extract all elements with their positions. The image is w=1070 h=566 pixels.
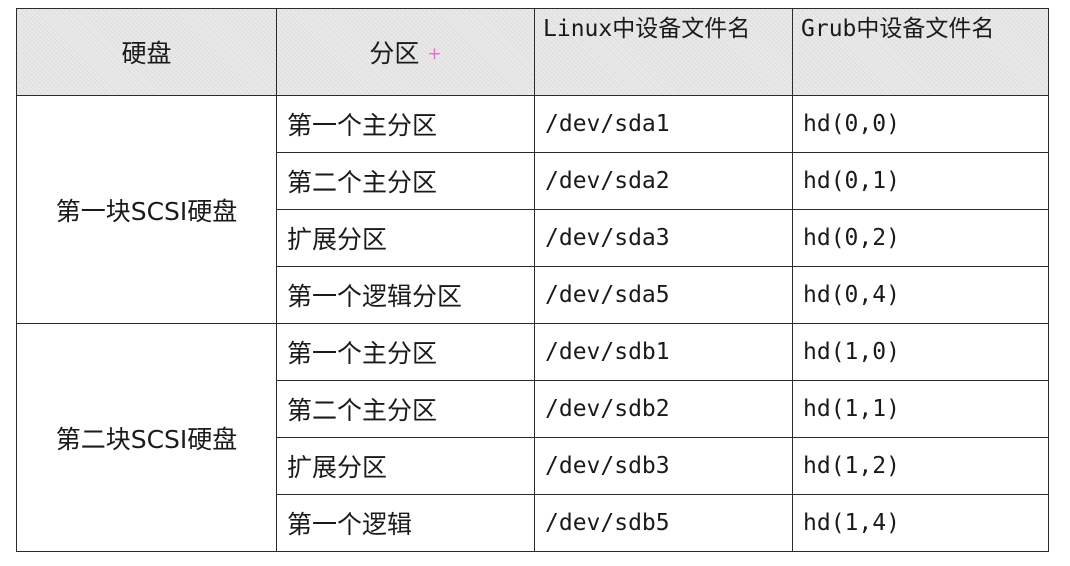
header-partition-label: 分区 bbox=[369, 39, 420, 68]
linux-device-cell: /dev/sda5 bbox=[534, 266, 793, 324]
partition-cell: 第二个主分区 bbox=[276, 152, 535, 210]
grub-device-cell: hd(0,1) bbox=[792, 152, 1049, 210]
linux-device-cell: /dev/sdb1 bbox=[534, 323, 793, 381]
linux-device-cell: /dev/sda2 bbox=[534, 152, 793, 210]
partition-table: 硬盘 分区 + Linux中设备文件名 Grub中设备文件名 第一块SCSI硬盘 … bbox=[16, 8, 1049, 552]
grub-device-cell: hd(0,2) bbox=[792, 209, 1049, 267]
linux-device-cell: /dev/sda1 bbox=[534, 95, 793, 153]
disk-cell: 第一块SCSI硬盘 bbox=[16, 95, 277, 324]
grub-device-cell: hd(1,1) bbox=[792, 380, 1049, 438]
partition-cell: 第一个逻辑分区 bbox=[276, 266, 535, 324]
partition-cell: 第一个逻辑 bbox=[276, 494, 535, 552]
partition-cell: 第一个主分区 bbox=[276, 323, 535, 381]
partition-cell: 第一个主分区 bbox=[276, 95, 535, 153]
table-header-row: 硬盘 分区 + Linux中设备文件名 Grub中设备文件名 bbox=[16, 8, 1049, 96]
header-linux-device-label: Linux中设备文件名 bbox=[543, 16, 751, 42]
disk-cell: 第二块SCSI硬盘 bbox=[16, 323, 277, 552]
grub-device-cell: hd(0,0) bbox=[792, 95, 1049, 153]
table-row: 第二块SCSI硬盘 第一个主分区 /dev/sdb1 hd(1,0) bbox=[16, 323, 1049, 552]
partition-cell: 扩展分区 bbox=[276, 209, 535, 267]
grub-device-cell: hd(1,0) bbox=[792, 323, 1049, 381]
partition-cell: 扩展分区 bbox=[276, 437, 535, 495]
grub-device-cell: hd(0,4) bbox=[792, 266, 1049, 324]
linux-device-cell: /dev/sdb3 bbox=[534, 437, 793, 495]
linux-device-cell: /dev/sdb5 bbox=[534, 494, 793, 552]
partition-cell: 第二个主分区 bbox=[276, 380, 535, 438]
linux-device-cell: /dev/sda3 bbox=[534, 209, 793, 267]
header-partition: 分区 + bbox=[276, 8, 535, 96]
header-grub-device: Grub中设备文件名 bbox=[792, 8, 1049, 96]
page: 硬盘 分区 + Linux中设备文件名 Grub中设备文件名 第一块SCSI硬盘 … bbox=[0, 0, 1070, 566]
linux-device-cell: /dev/sdb2 bbox=[534, 380, 793, 438]
header-grub-device-label: Grub中设备文件名 bbox=[801, 16, 995, 42]
header-disk-label: 硬盘 bbox=[121, 39, 172, 68]
table-row: 第一块SCSI硬盘 第一个主分区 /dev/sda1 hd(0,0) bbox=[16, 95, 1049, 324]
plus-marker: + bbox=[427, 44, 442, 64]
header-disk: 硬盘 bbox=[16, 8, 277, 96]
grub-device-cell: hd(1,2) bbox=[792, 437, 1049, 495]
grub-device-cell: hd(1,4) bbox=[792, 494, 1049, 552]
header-linux-device: Linux中设备文件名 bbox=[534, 8, 793, 96]
